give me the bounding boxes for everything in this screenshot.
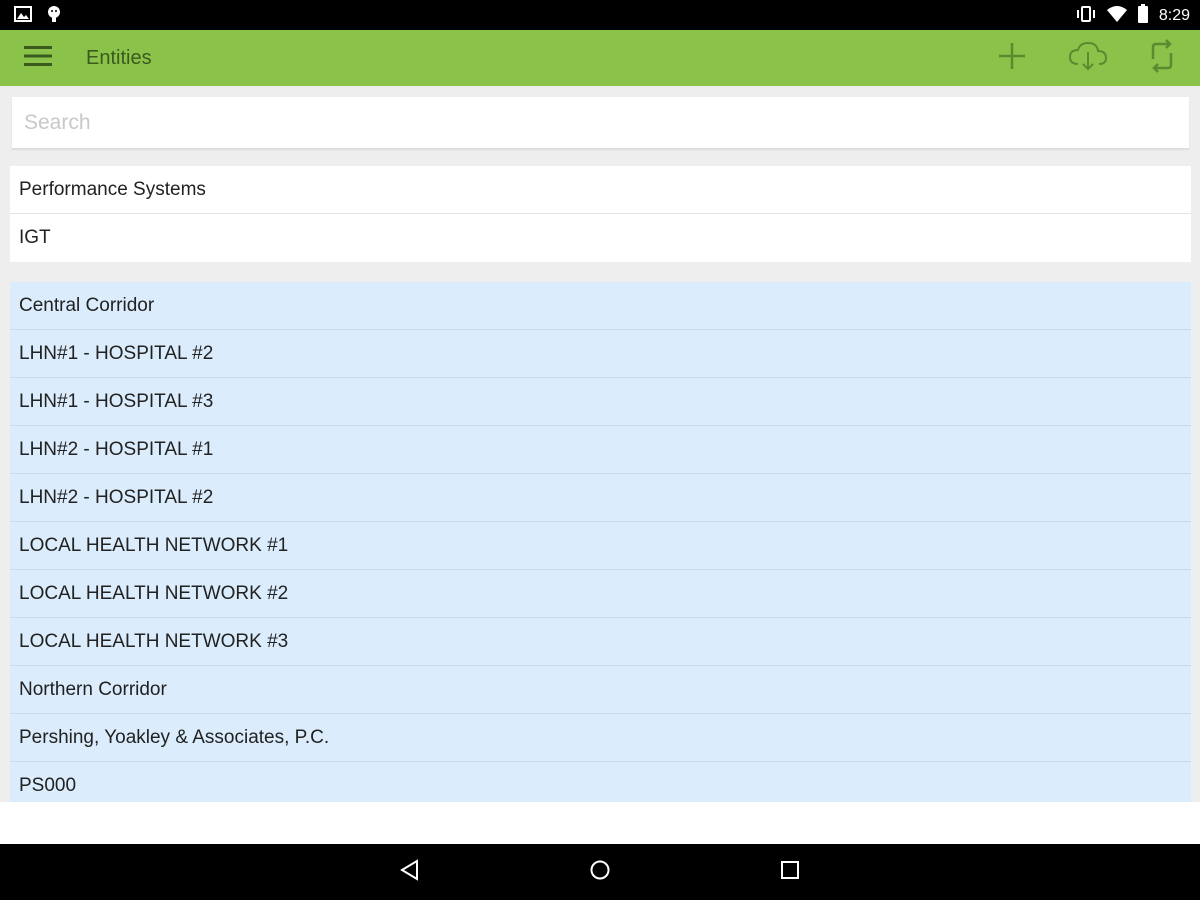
content-area: Performance Systems IGT Central Corridor… (0, 86, 1200, 802)
add-button[interactable] (988, 36, 1036, 80)
page-title: Entities (86, 47, 152, 69)
add-icon (997, 41, 1027, 75)
bottom-spacer (0, 802, 1200, 844)
list-item[interactable]: IGT (10, 214, 1191, 262)
recents-icon (780, 860, 800, 884)
notification-icons (14, 5, 62, 27)
navigation-bar (0, 844, 1200, 900)
status-bar: 8:29 (0, 0, 1200, 30)
home-icon (589, 859, 611, 885)
list-item[interactable]: LHN#1 - HOSPITAL #3 (10, 378, 1191, 426)
back-icon (399, 859, 421, 885)
list-item[interactable]: PS000 (10, 762, 1191, 802)
entities-list: Central Corridor LHN#1 - HOSPITAL #2 LHN… (10, 282, 1191, 802)
list-item[interactable]: Performance Systems (10, 166, 1191, 214)
vibrate-icon (1075, 5, 1097, 27)
app-bar: Entities (0, 30, 1200, 86)
menu-button[interactable] (14, 38, 62, 78)
recents-button[interactable] (760, 852, 820, 892)
list-item[interactable]: LOCAL HEALTH NETWORK #2 (10, 570, 1191, 618)
home-button[interactable] (570, 852, 630, 892)
sync-icon (1146, 39, 1178, 77)
list-item[interactable]: LHN#1 - HOSPITAL #2 (10, 330, 1191, 378)
sync-button[interactable] (1138, 36, 1186, 80)
image-notification-icon (14, 6, 32, 26)
list-item[interactable]: LHN#2 - HOSPITAL #2 (10, 474, 1191, 522)
cloud-download-button[interactable] (1064, 36, 1112, 80)
android-notification-icon (46, 5, 62, 27)
list-item[interactable]: Central Corridor (10, 282, 1191, 330)
system-icons: 8:29 (1075, 4, 1190, 28)
hamburger-menu-icon (24, 45, 52, 71)
cloud-download-icon (1068, 40, 1108, 76)
list-item[interactable]: Northern Corridor (10, 666, 1191, 714)
list-item[interactable]: LHN#2 - HOSPITAL #1 (10, 426, 1191, 474)
back-button[interactable] (380, 852, 440, 892)
search-box (12, 97, 1189, 149)
list-item[interactable]: LOCAL HEALTH NETWORK #1 (10, 522, 1191, 570)
status-time: 8:29 (1158, 7, 1190, 24)
recent-entities-list: Performance Systems IGT (10, 166, 1191, 262)
search-input[interactable] (12, 97, 1189, 148)
battery-icon (1137, 4, 1149, 28)
wifi-icon (1106, 5, 1127, 27)
list-item[interactable]: LOCAL HEALTH NETWORK #3 (10, 618, 1191, 666)
list-item[interactable]: Pershing, Yoakley & Associates, P.C. (10, 714, 1191, 762)
